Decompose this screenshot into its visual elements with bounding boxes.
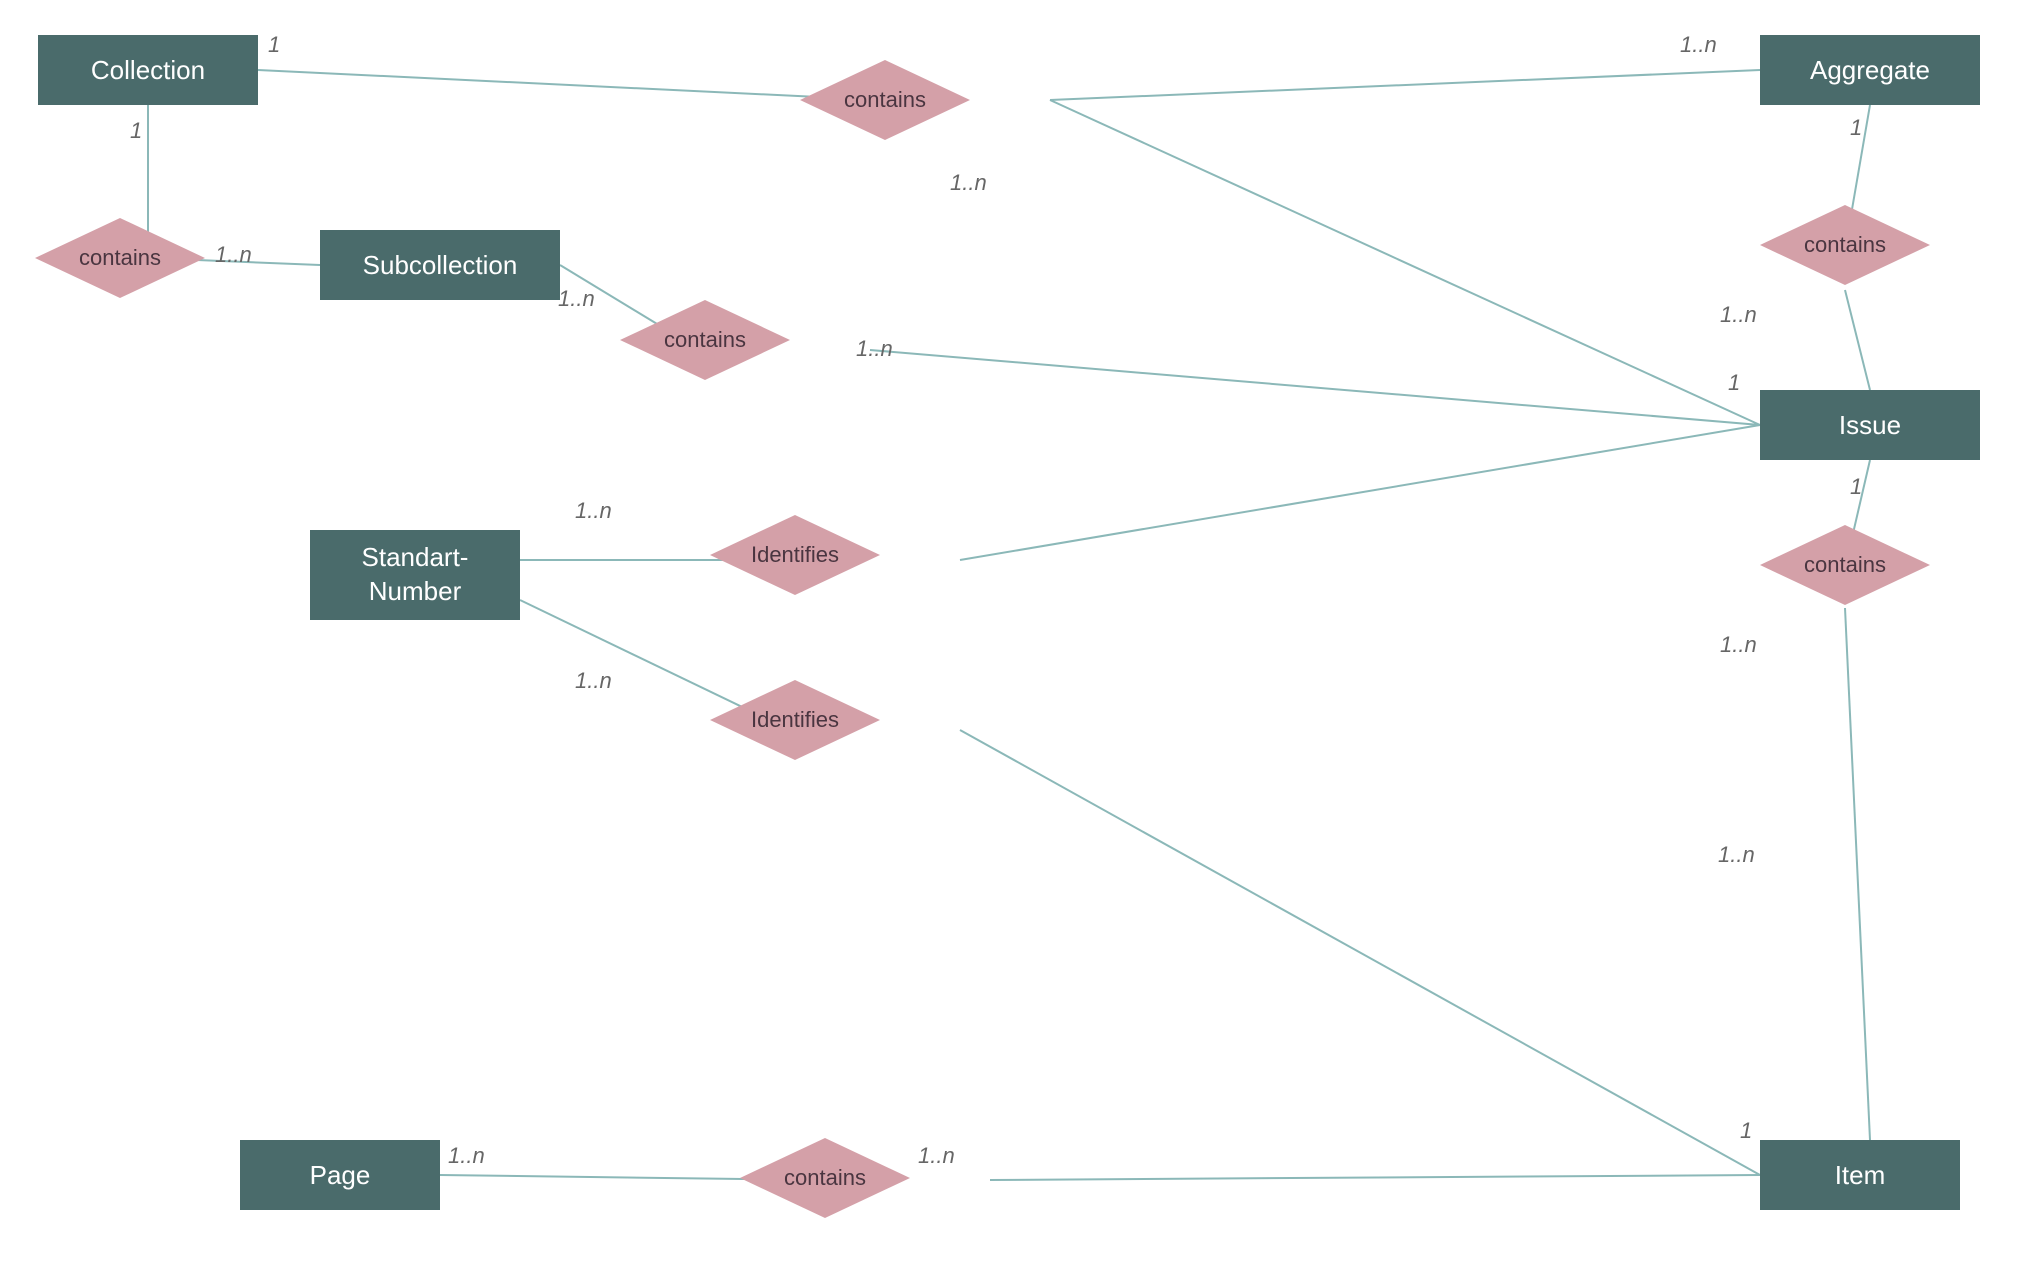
cardinality-c17: 1 — [1740, 1118, 1752, 1144]
cardinality-c8: 1 — [1850, 115, 1862, 141]
cardinality-c14: 1..n — [1720, 632, 1757, 658]
entity-collection: Collection — [38, 35, 258, 105]
cardinality-c9: 1..n — [1720, 302, 1757, 328]
cardinality-c3: 1 — [130, 118, 142, 144]
entity-page: Page — [240, 1140, 440, 1210]
diamond-contains-left: contains — [35, 218, 205, 298]
entity-subcollection: Subcollection — [320, 230, 560, 300]
cardinality-c5: 1..n — [558, 286, 595, 312]
diamond-contains-bottom: contains — [740, 1138, 910, 1218]
cardinality-c16: 1..n — [918, 1143, 955, 1169]
diagram-container: Collection Aggregate Subcollection Issue… — [0, 0, 2034, 1284]
cardinality-c7: 1..n — [856, 336, 893, 362]
diamond-identifies-upper: Identifies — [710, 515, 880, 595]
entity-item: Item — [1760, 1140, 1960, 1210]
cardinality-c18: 1..n — [1718, 842, 1755, 868]
diamond-contains-issue: contains — [1760, 525, 1930, 605]
cardinality-c4: 1..n — [215, 242, 252, 268]
cardinality-c1: 1 — [268, 32, 280, 58]
entity-standart-number: Standart-Number — [310, 530, 520, 620]
entity-issue: Issue — [1760, 390, 1980, 460]
cardinality-c10: 1..n — [575, 498, 612, 524]
cardinality-c11: 1..n — [575, 668, 612, 694]
diamond-contains-agg: contains — [1760, 205, 1930, 285]
diamond-contains-top: contains — [800, 60, 970, 140]
cardinality-c2: 1..n — [1680, 32, 1717, 58]
entity-aggregate: Aggregate — [1760, 35, 1980, 105]
cardinality-c6: 1..n — [950, 170, 987, 196]
cardinality-c13: 1 — [1850, 474, 1862, 500]
diamond-identifies-lower: Identifies — [710, 680, 880, 760]
cardinality-c15: 1..n — [448, 1143, 485, 1169]
diamond-contains-sub: contains — [620, 300, 790, 380]
cardinality-c12: 1 — [1728, 370, 1740, 396]
